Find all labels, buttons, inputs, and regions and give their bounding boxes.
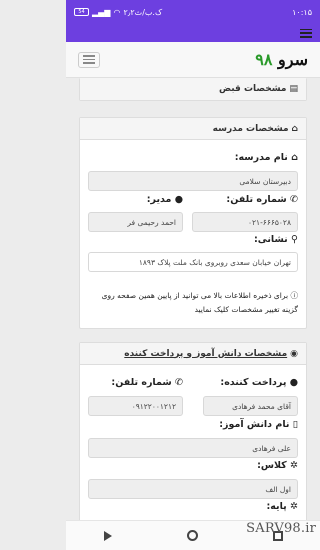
brand-text: سرو [278,50,308,69]
student-name-field[interactable]: علی فرهادی [88,438,298,458]
user-icon: ● [174,194,183,205]
signal-icon: ▂▄▆ [92,7,111,17]
navbar-toggle-button[interactable] [78,51,100,68]
gear-icon: ✲ [290,501,298,512]
user-circle-icon: ◉ [290,348,298,359]
school-title: مشخصات مدرسه [212,123,289,134]
school-card-header: ⌂ مشخصات مدرسه [80,118,306,140]
brand-number: ۹۸ [255,50,273,69]
watermark-text: SARV98.ir [246,521,316,536]
status-bar: 54 ▂▄▆ ◠ ۲٫۲ک.ب/ث ۱۰:۱۵ [66,0,320,24]
battery-icon: 54 [74,8,89,16]
book-icon: ▤ [289,84,298,94]
address-label: ⚲ نشانی: [253,234,298,245]
school-name-label: ⌂ نام مدرسه: [234,152,298,163]
wifi-icon: ◠ [113,7,121,17]
school-phone-label: ✆ شماره تلفن: [226,194,298,205]
nav-back-icon[interactable] [103,530,112,541]
student-phone-label: ✆ شماره تلفن: [111,377,183,388]
student-card: ◉ مشخصات دانش آموز و پرداخت کننده ● پردا… [79,342,307,522]
phone-icon: ✆ [175,377,183,388]
info-note: ⓘ برای ذخیره اطلاعات بالا می توانید از پ… [94,289,298,317]
principal-field[interactable]: احمد رحیمی فر [88,212,183,232]
home-icon: ⌂ [291,123,298,134]
student-card-header: ◉ مشخصات دانش آموز و پرداخت کننده [80,343,306,365]
user-icon: ● [289,377,298,388]
mobile-icon: ▯ [292,419,298,430]
grade-label: ✲ پایه: [266,501,298,512]
class-label: ✲ کلاس: [257,460,298,471]
address-field[interactable]: تهران خیابان سعدی روبروی بانک ملت پلاک ۱… [88,252,298,272]
school-card: ⌂ مشخصات مدرسه ⌂ نام مدرسه: دبیرستان سلا… [79,117,307,329]
school-phone-field[interactable]: ۰۲۱-۶۶۶۵۰۲۸ [192,212,298,232]
menu-icon[interactable] [300,28,312,38]
status-time: ۱۰:۱۵ [292,7,312,17]
phone-icon: ✆ [290,194,298,205]
nav-home-icon[interactable] [186,530,198,541]
school-name-field[interactable]: دبیرستان سلامی [88,171,298,191]
student-title: مشخصات دانش آموز و پرداخت کننده [124,348,288,359]
brand-logo[interactable]: سرو ۹۸ [255,50,308,69]
student-name-label: ▯ نام دانش آموز: [219,419,298,430]
home-icon: ⌂ [291,152,298,163]
network-speed: ۲٫۲ک.ب/ث [123,7,163,17]
info-note-text: برای ذخیره اطلاعات بالا می توانید از پای… [101,291,298,314]
payer-field[interactable]: آقای محمد فرهادی [203,396,298,416]
browser-bar [66,24,320,42]
receipt-card[interactable]: ▤ مشخصات قبض [79,78,307,101]
gear-icon: ✲ [290,460,298,471]
receipt-card-header[interactable]: ▤ مشخصات قبض [80,78,306,100]
map-marker-icon: ⚲ [291,234,298,245]
info-icon: ⓘ [290,291,299,300]
principal-label: ● مدیر: [146,194,183,205]
site-navbar: سرو ۹۸ [66,42,320,78]
class-field[interactable]: اول الف [88,479,298,499]
status-left: 54 ▂▄▆ ◠ ۲٫۲ک.ب/ث [74,8,162,17]
receipt-title: مشخصات قبض [218,84,287,94]
student-phone-field[interactable]: ۰۹۱۲۲۰۰۱۲۱۲ [88,396,183,416]
payer-label: ● پرداخت کننده: [220,377,298,388]
